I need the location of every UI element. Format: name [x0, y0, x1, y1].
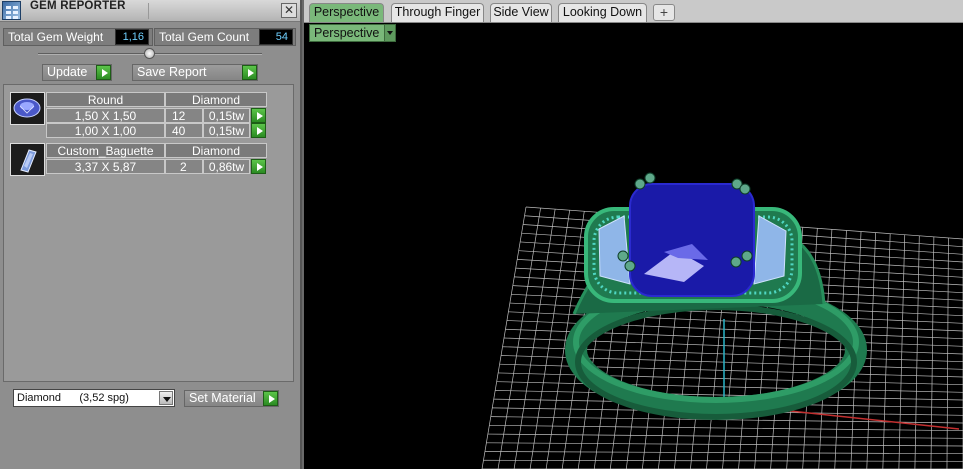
total-gem-count-value: 54: [259, 29, 293, 45]
baguette-gem-icon: [10, 143, 45, 176]
chevron-down-icon[interactable]: [159, 391, 173, 405]
panel-title: GEM REPORTER: [30, 0, 126, 12]
gem-size-cell: 1,00 X 1,00: [46, 123, 165, 138]
select-gem-button[interactable]: [251, 108, 266, 123]
set-material-button[interactable]: Set Material: [184, 390, 279, 407]
play-icon: [263, 391, 278, 406]
panel-splitter-handle[interactable]: [144, 48, 155, 59]
gem-material-header: Diamond: [165, 92, 267, 107]
view-tab-bar: Perspective Through Finger Side View Loo…: [304, 0, 963, 23]
plus-icon: +: [659, 4, 669, 20]
title-divider: [148, 3, 149, 19]
3d-viewport-area: Perspective Through Finger Side View Loo…: [304, 0, 963, 469]
gem-size-cell: 1,50 X 1,50: [46, 108, 165, 123]
gem-list: Round Diamond 1,50 X 1,50 12 0,15tw 1,00…: [3, 84, 294, 382]
gem-reporter-app-icon: [2, 1, 21, 20]
gem-size-cell: 3,37 X 5,87: [46, 159, 165, 174]
tab-looking-down[interactable]: Looking Down: [558, 3, 647, 22]
round-gem-icon: [10, 92, 45, 125]
gem-material-header: Diamond: [165, 143, 267, 158]
chevron-down-icon[interactable]: [384, 25, 395, 41]
3d-scene[interactable]: [304, 44, 963, 469]
gem-weight-cell: 0,15tw: [203, 123, 250, 138]
tab-side-view[interactable]: Side View: [490, 3, 552, 22]
gem-count-cell: 2: [165, 159, 203, 174]
gem-shape-header: Custom_Baguette: [46, 143, 165, 158]
update-button[interactable]: Update: [42, 64, 112, 81]
material-select[interactable]: Diamond (3,52 spg): [13, 389, 175, 407]
tab-through-finger[interactable]: Through Finger: [391, 3, 484, 22]
gem-count-cell: 12: [165, 108, 203, 123]
select-gem-button[interactable]: [251, 123, 266, 138]
select-gem-button[interactable]: [251, 159, 266, 174]
add-tab-button[interactable]: +: [653, 4, 675, 21]
close-icon: ✕: [283, 3, 295, 17]
close-button[interactable]: ✕: [281, 3, 297, 18]
gem-shape-header: Round: [46, 92, 165, 107]
panel-title-bar: GEM REPORTER ✕: [0, 0, 300, 22]
play-icon: [96, 65, 111, 80]
total-gem-weight-value: 1,16: [115, 29, 149, 45]
gem-weight-cell: 0,86tw: [203, 159, 250, 174]
view-mode-select[interactable]: Perspective: [309, 24, 396, 42]
save-report-button[interactable]: Save Report: [132, 64, 258, 81]
play-icon: [242, 65, 257, 80]
tab-perspective[interactable]: Perspective: [309, 3, 384, 22]
gem-count-cell: 40: [165, 123, 203, 138]
gem-reporter-panel: GEM REPORTER ✕ Total Gem Weight 1,16 Tot…: [0, 0, 302, 469]
gem-weight-cell: 0,15tw: [203, 108, 250, 123]
